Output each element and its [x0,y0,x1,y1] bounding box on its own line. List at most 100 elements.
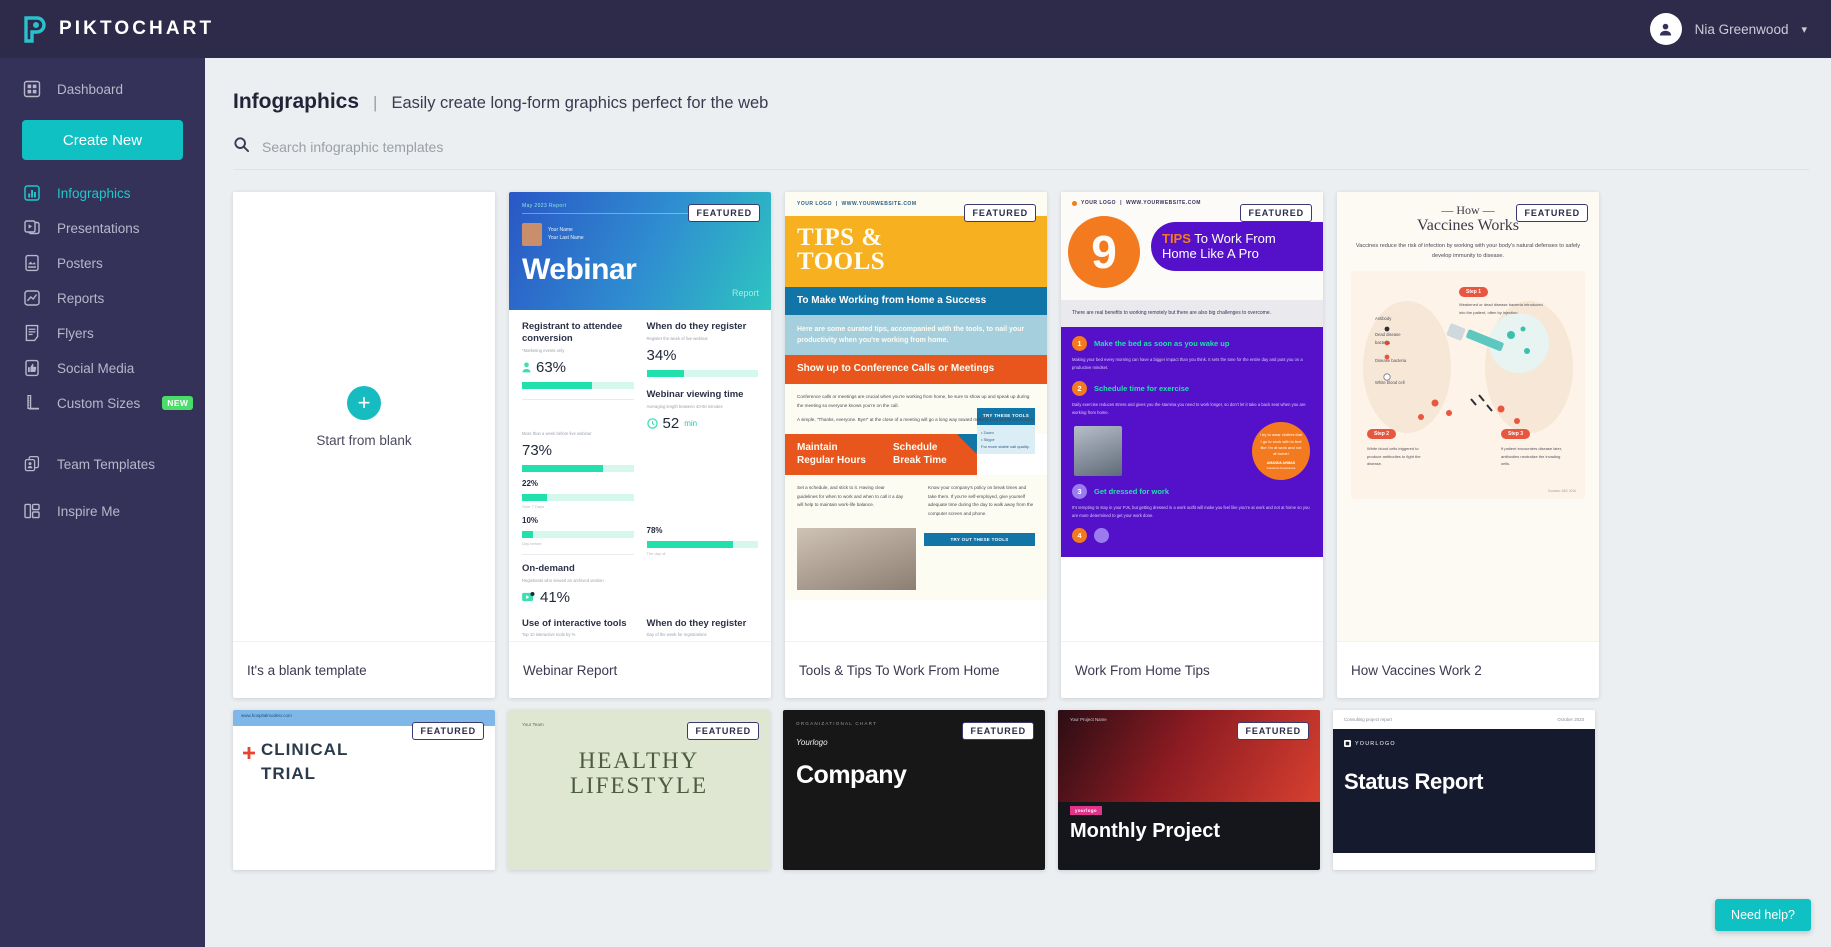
webinar-report-label: Report [731,288,759,298]
user-avatar-icon [1649,13,1682,45]
vaccines-legend-1: Antibody [1375,316,1392,322]
org-title: Company [796,761,907,789]
webinar-stat-unit: min [684,418,698,428]
tips-website: WWW.YOURWEBSITE.COM [841,201,917,207]
sidebar-item-dashboard[interactable]: Dashboard [0,72,205,106]
sidebar-item-reports[interactable]: Reports [0,281,205,315]
tips-section-3-p: Know your company's policy on break time… [916,475,1047,528]
sidebar-item-posters[interactable]: Posters [0,246,205,280]
template-card-wrapper: Consulting project report October 2023 Y… [1327,704,1602,876]
monthly-logo-tag: yourlogo [1070,806,1102,815]
start-from-blank-label: Start from blank [316,432,412,448]
create-new-button[interactable]: Create New [22,120,183,160]
tips-tools-button-2[interactable]: TRY OUT THESE TOOLS [924,532,1035,546]
webinar-stat-value: 73% [522,441,553,459]
template-card-clinical-trial[interactable]: FEATURED www.hospitalmodelo.com CLINICAL… [233,710,495,870]
template-card-healthy-lifestyle[interactable]: FEATURED Your Team www.yourwebsite.com H… [508,710,770,870]
status-title: Status Report [1344,769,1484,794]
top-bar: PIKTOCHART Nia Greenwood ▾ [0,0,1831,58]
webinar-stat-value: 41% [540,588,571,606]
template-card-webinar-report[interactable]: FEATURED May 2023 Report email@email.com… [509,192,771,698]
template-card-blank[interactable]: + Start from blank It's a blank template [233,192,495,698]
tips-section-2-p: Set a schedule, and stick to it. Having … [785,475,916,528]
template-title: Webinar Report [509,641,771,698]
sidebar-item-label: Social Media [57,360,135,376]
template-card-wrapper: FEATURED Your Team www.yourwebsite.com H… [502,704,777,876]
template-thumbnail: FEATURED Your Project Name yourlogo Mont… [1058,710,1320,870]
template-card-wrapper: FEATURED www.hospitalmodelo.com CLINICAL… [227,704,502,876]
template-thumbnail: + Start from blank [233,192,495,641]
vaccines-credit: Sources: ABC 2016 [1548,489,1576,494]
sidebar-item-inspire-me[interactable]: Inspire Me [0,494,205,528]
vaccines-legend-2: Dead disease bacteria [1375,332,1401,346]
webinar-stat-value: 22% [522,478,539,488]
search-input[interactable] [262,139,1809,155]
template-card-monthly-project[interactable]: FEATURED Your Project Name yourlogo Mont… [1058,710,1320,870]
clinical-title-2: TRIAL [261,764,317,783]
clinical-title-1: CLINICAL [261,740,349,759]
sidebar-item-team-templates[interactable]: Team Templates [0,447,205,481]
wfh-step-number: 4 [1072,527,1087,543]
template-card-org-chart[interactable]: FEATURED ORGANIZATIONAL CHART Yourlogo C… [783,710,1045,870]
wfh-step-number: 3 [1072,484,1087,500]
tips-photo [797,527,916,590]
brand-logo[interactable]: PIKTOCHART [0,15,214,43]
tips-title-block: TIPS & TOOLS [785,216,1047,287]
thumbs-up-icon [22,358,42,378]
sidebar-item-custom-sizes[interactable]: Custom Sizes NEW [0,386,205,420]
status-logo: YOURLOGO [1355,740,1396,747]
sidebar-item-infographics[interactable]: Infographics [0,176,205,210]
template-card-wrapper: FEATURED ORGANIZATIONAL CHART Yourlogo C… [777,704,1052,876]
template-card-wrapper: FEATURED Your Project Name yourlogo Mont… [1052,704,1327,876]
webinar-stat-sub: Averaging length between 40-60 minutes [646,403,723,409]
need-help-button[interactable]: Need help? [1715,899,1811,931]
sidebar-item-flyers[interactable]: Flyers [0,316,205,350]
webinar-stat-sub: Registrants who viewed an archived versi… [522,577,604,583]
sidebar-item-presentations[interactable]: Presentations [0,211,205,245]
plus-icon[interactable]: + [347,385,381,420]
webinar-stat-head: On-demand [522,562,575,574]
sidebar-item-label: Infographics [57,185,131,201]
template-card-how-vaccines-work[interactable]: FEATURED — How — Vaccines Works Vaccines… [1337,192,1599,698]
template-grid-row-2: FEATURED www.hospitalmodelo.com CLINICAL… [205,704,1831,876]
page-subtitle: Easily create long-form graphics perfect… [391,94,769,112]
tips-logo: YOUR LOGO [797,201,833,207]
search-bar[interactable] [233,136,1809,170]
tips-section-1-p2: A simple, "Thanks, everyone. Bye!" at th… [797,417,1035,423]
vaccines-legend-3: Disease bacteria [1375,358,1407,364]
wfh-title-tips: TIPS [1162,231,1191,246]
sidebar-item-label: Team Templates [57,456,156,472]
wfh-step-head: Make the bed as soon as you wake up [1094,339,1230,349]
bar-chart-icon [22,183,42,203]
wfh-step-text: It's tempting to stay in your PJs, but g… [1072,505,1310,519]
sidebar-item-label: Inspire Me [57,503,121,519]
sidebar: Dashboard Create New Infographics Presen… [0,58,205,947]
vaccines-legend-4: White blood cell [1375,380,1405,386]
chevron-down-icon[interactable]: ▾ [1801,23,1807,36]
wfh-quote-role: Customer Experience [1266,466,1296,471]
tips-tool-3: For more stable call quality. [981,443,1030,449]
healthy-team: Your Team [522,722,544,727]
user-menu[interactable]: Nia Greenwood ▾ [1649,13,1831,45]
team-copies-icon [22,454,42,474]
webinar-stat-sub: Day before [522,540,542,546]
featured-badge: FEATURED [412,722,484,740]
decorative-diamond [957,434,977,454]
page-title: Infographics [233,90,360,113]
featured-badge: FEATURED [1237,722,1309,740]
template-card-tools-tips[interactable]: FEATURED YOUR LOGO | WWW.YOURWEBSITE.COM… [785,192,1047,698]
webinar-name-2: Your Last Name [548,234,584,241]
wfh-website: WWW.YOURWEBSITE.COM [1125,200,1201,206]
search-icon [233,136,250,158]
webinar-stat-head: Use of interactive tools [522,617,627,629]
tips-title-line1: TIPS & [797,224,883,251]
logo-dot-icon [1072,200,1077,206]
template-card-status-report[interactable]: Consulting project report October 2023 Y… [1333,710,1595,870]
template-card-wfh-tips[interactable]: FEATURED YOUR LOGO | WWW.YOURWEBSITE.COM… [1061,192,1323,698]
template-card-wrapper: FEATURED YOUR LOGO | WWW.YOURWEBSITE.COM… [1055,186,1330,704]
webinar-stat-value: 34% [646,346,677,364]
wfh-step-icon [1094,527,1109,543]
user-name-label: Nia Greenwood [1694,21,1789,37]
sidebar-item-social-media[interactable]: Social Media [0,351,205,385]
webinar-stat-sub: Top 10 interactive tools by % [522,632,576,638]
